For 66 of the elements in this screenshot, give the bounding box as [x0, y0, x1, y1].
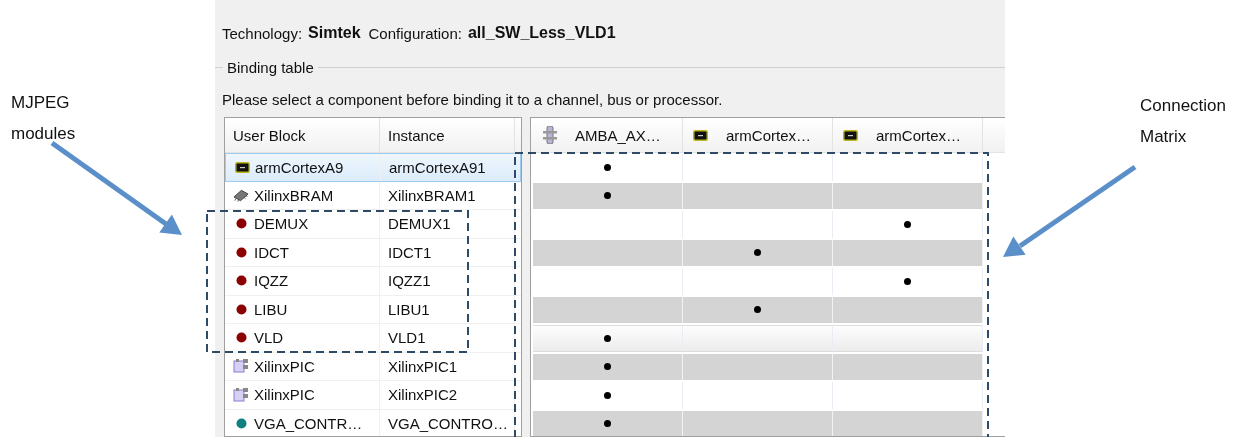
chip-icon — [843, 129, 858, 141]
chip-icon — [693, 129, 708, 141]
table-cell: XilinxPIC2 — [388, 386, 458, 404]
binding-dot — [754, 306, 761, 314]
field-label: Technology: — [222, 24, 303, 42]
table-cell: IDCT1 — [388, 243, 432, 261]
matrix-cell[interactable] — [683, 325, 833, 352]
matrix-cell[interactable] — [533, 325, 683, 352]
table-row[interactable]: VLD VLD1 — [225, 324, 521, 353]
binding-dot — [604, 420, 611, 428]
binding-dot — [604, 192, 611, 200]
table-row[interactable]: VGA_CONTR… VGA_CONTRO… — [225, 409, 521, 436]
field-label: Configuration: — [368, 24, 462, 42]
table-cell: IDCT — [254, 243, 289, 261]
column-header[interactable]: AMBA_AX… — [533, 118, 683, 152]
table-cell: IQZZ — [254, 272, 289, 290]
column-label: AMBA_AX… — [575, 126, 661, 144]
matrix-cell[interactable] — [833, 325, 983, 352]
table-cell: armCortexA9 — [255, 158, 344, 176]
binding-dot — [754, 249, 761, 257]
column-header[interactable]: armCortex… — [833, 118, 983, 152]
table-row[interactable]: XilinxPIC XilinxPIC2 — [225, 381, 521, 410]
binding-dot — [604, 391, 611, 399]
column-header[interactable]: armCortex… — [683, 118, 833, 152]
table-cell: XilinxPIC — [254, 357, 315, 375]
table-cell: IQZZ1 — [388, 272, 431, 290]
column-header[interactable]: Instance — [380, 118, 515, 152]
table-cell: armCortexA91 — [389, 158, 486, 176]
binding-dot — [604, 363, 611, 371]
table-cell: XilinxPIC — [254, 386, 315, 404]
table-row[interactable]: DEMUX DEMUX1 — [225, 210, 521, 239]
table-cell: XilinxPIC1 — [388, 357, 458, 375]
table-row[interactable]: armCortexA9 armCortexA91 — [225, 153, 521, 182]
table-cell: VGA_CONTR… — [254, 414, 363, 432]
table-cell: DEMUX — [254, 215, 309, 233]
column-header[interactable]: User Block — [225, 118, 380, 152]
table-cell: LIBU — [254, 300, 288, 318]
table-cell: DEMUX1 — [388, 215, 451, 233]
bus-icon — [543, 126, 557, 144]
table-row[interactable]: IDCT IDCT1 — [225, 238, 521, 267]
binding-dot — [604, 334, 611, 342]
table-cell: XilinxBRAM — [254, 186, 334, 204]
table-row[interactable]: LIBU LIBU1 — [225, 295, 521, 324]
interrupt-controller-icon — [233, 387, 249, 402]
table-row[interactable]: XilinxBRAM XilinxBRAM1 — [225, 181, 521, 210]
column-label: armCortex… — [876, 126, 961, 144]
memory-chip-icon — [233, 188, 249, 202]
chip-icon — [234, 161, 250, 173]
table-cell: VLD — [254, 329, 284, 347]
field-value: all_SW_Less_VLD1 — [467, 24, 616, 42]
table-cell: LIBU1 — [388, 300, 430, 318]
annotation-label: MJPEG modules — [11, 92, 77, 145]
binding-dot — [904, 220, 911, 228]
annotation-label: Connection Matrix — [1140, 95, 1227, 148]
column-label: armCortex… — [726, 126, 811, 144]
table-row[interactable]: XilinxPIC XilinxPIC1 — [225, 352, 521, 381]
field-value: Simtek — [308, 24, 361, 42]
group-title: Binding table — [227, 58, 314, 76]
table-row[interactable]: IQZZ IQZZ1 — [225, 267, 521, 296]
instruction-text: Please select a component before binding it to a channel, bus or processor. — [222, 90, 723, 108]
table-cell: VLD1 — [388, 329, 426, 347]
binding-dot — [904, 277, 911, 285]
table-cell: VGA_CONTRO… — [388, 414, 508, 432]
binding-dot — [604, 163, 611, 171]
interrupt-controller-icon — [233, 359, 249, 374]
table-cell: XilinxBRAM1 — [388, 186, 476, 204]
